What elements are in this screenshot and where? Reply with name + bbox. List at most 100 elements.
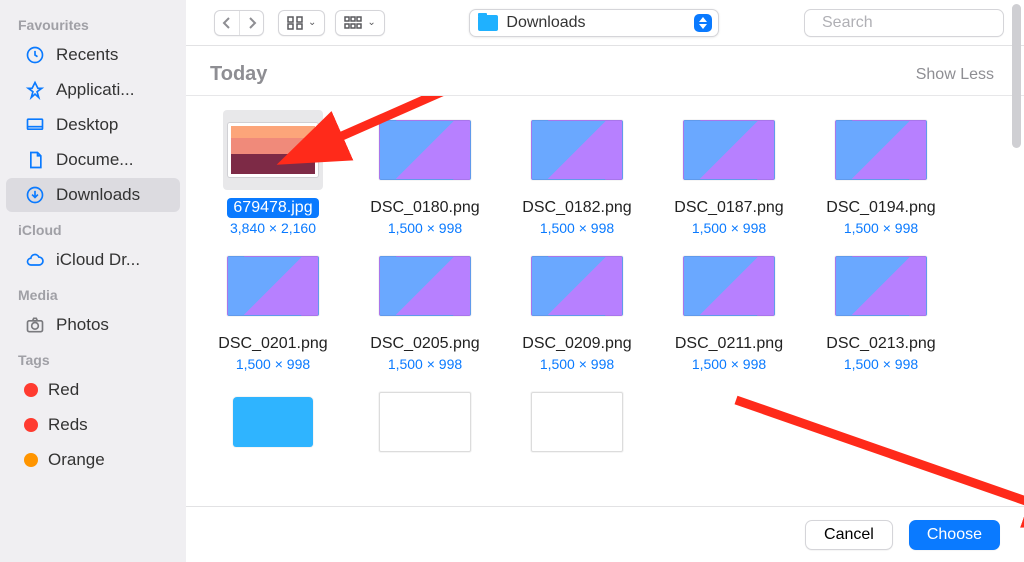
sidebar-section-label-icloud: iCloud <box>0 213 186 242</box>
sidebar-item-documents[interactable]: Docume... <box>6 143 180 177</box>
file-item[interactable] <box>358 382 492 472</box>
folder-icon <box>478 15 498 31</box>
file-dimensions-label: 1,500 × 998 <box>388 220 462 236</box>
file-item[interactable]: DSC_0211.png1,500 × 998 <box>662 246 796 372</box>
file-item[interactable]: DSC_0182.png 1,500 × 998 <box>510 110 644 236</box>
sidebar-item-desktop[interactable]: Desktop <box>6 108 180 142</box>
file-item[interactable]: DSC_0194.png 1,500 × 998 <box>814 110 948 236</box>
camera-icon <box>24 314 46 336</box>
file-item[interactable]: DSC_0201.png 1,500 × 998 <box>206 246 340 372</box>
file-dimensions-label: 1,500 × 998 <box>236 356 310 372</box>
clock-icon <box>24 44 46 66</box>
file-thumbnail[interactable] <box>223 246 323 326</box>
toolbar: ⌄ ⌄ Downloads <box>186 0 1024 46</box>
path-popup-button[interactable]: Downloads <box>469 9 719 37</box>
file-item[interactable]: DSC_0187.png1,500 × 998 <box>662 110 796 236</box>
group-title: Today <box>210 63 267 86</box>
file-dimensions-label: 1,500 × 998 <box>540 220 614 236</box>
chevron-down-icon: ⌄ <box>308 17 316 28</box>
file-thumbnail[interactable] <box>375 382 475 462</box>
file-name-label: DSC_0182.png <box>516 198 637 218</box>
path-label: Downloads <box>506 14 686 32</box>
file-thumbnail[interactable] <box>527 246 627 326</box>
file-thumbnail[interactable] <box>679 110 779 190</box>
file-thumbnail[interactable] <box>223 110 323 190</box>
file-thumbnail[interactable] <box>223 382 323 462</box>
file-thumbnail[interactable] <box>679 246 779 326</box>
sidebar-item-tag-red[interactable]: Red <box>6 373 180 407</box>
sidebar-item-tag-reds[interactable]: Reds <box>6 408 180 442</box>
file-item[interactable]: DSC_0209.png 1,500 × 998 <box>510 246 644 372</box>
file-thumbnail[interactable] <box>831 246 931 326</box>
group-mode-button[interactable]: ⌄ <box>335 10 384 36</box>
file-name-label: DSC_0194.png <box>820 198 941 218</box>
desktop-icon <box>24 114 46 136</box>
sidebar-item-label: Orange <box>48 450 105 470</box>
file-thumbnail[interactable] <box>527 110 627 190</box>
sidebar-item-label: Recents <box>56 45 118 65</box>
sidebar-item-label: Red <box>48 380 79 400</box>
search-input[interactable] <box>822 14 1024 32</box>
app-icon <box>24 79 46 101</box>
file-item[interactable] <box>206 382 340 472</box>
file-thumbnail[interactable] <box>527 382 627 462</box>
download-icon <box>24 184 46 206</box>
group-toggle-button[interactable]: Show Less <box>916 66 994 84</box>
sidebar-item-label: Photos <box>56 315 109 335</box>
sidebar-section-label-tags: Tags <box>0 343 186 372</box>
file-name-label: DSC_0180.png <box>364 198 485 218</box>
nav-back-forward <box>214 10 264 36</box>
file-name-label <box>267 470 279 472</box>
sidebar-item-photos[interactable]: Photos <box>6 308 180 342</box>
tag-red-icon <box>24 383 38 397</box>
main-panel: ⌄ ⌄ Downloads Today Show <box>186 0 1024 562</box>
file-name-label: 679478.jpg <box>227 198 318 218</box>
file-item[interactable]: DSC_0205.png 1,500 × 998 <box>358 246 492 372</box>
nav-back-button[interactable] <box>215 11 239 35</box>
sidebar-item-tag-orange[interactable]: Orange <box>6 443 180 477</box>
file-item[interactable]: 679478.jpg 3,840 × 2,160 <box>206 110 340 236</box>
footer: Cancel Choose <box>186 506 1024 562</box>
file-name-label <box>419 470 431 472</box>
view-mode-button[interactable]: ⌄ <box>278 10 325 36</box>
sidebar-item-applications[interactable]: Applicati... <box>6 73 180 107</box>
file-name-label <box>571 470 583 472</box>
file-area: 679478.jpg 3,840 × 2,160 DSC_0180.png 1,500… <box>186 96 1024 506</box>
sidebar-item-icloud-drive[interactable]: iCloud Dr... <box>6 243 180 277</box>
sidebar-item-label: Desktop <box>56 115 118 135</box>
choose-button[interactable]: Choose <box>909 520 1000 550</box>
file-thumbnail[interactable] <box>831 110 931 190</box>
file-item[interactable] <box>510 382 644 472</box>
file-dimensions-label: 1,500 × 998 <box>692 356 766 372</box>
nav-forward-button[interactable] <box>239 11 263 35</box>
file-dimensions-label: 1,500 × 998 <box>388 356 462 372</box>
file-thumbnail[interactable] <box>375 246 475 326</box>
chevron-down-icon: ⌄ <box>367 17 375 28</box>
group-header: Today Show Less <box>186 46 1024 96</box>
file-name-label: DSC_0201.png <box>212 334 333 354</box>
cancel-button[interactable]: Cancel <box>805 520 893 550</box>
tag-orange-icon <box>24 453 38 467</box>
sidebar-item-downloads[interactable]: Downloads <box>6 178 180 212</box>
search-field[interactable] <box>804 9 1004 37</box>
file-dimensions-label: 1,500 × 998 <box>540 356 614 372</box>
sidebar-item-recents[interactable]: Recents <box>6 38 180 72</box>
path-popup-container: Downloads <box>399 9 790 37</box>
file-dimensions-label: 1,500 × 998 <box>692 220 766 236</box>
file-item[interactable]: DSC_0180.png 1,500 × 998 <box>358 110 492 236</box>
file-chooser-window: Favourites Recents Applicati... Desktop … <box>0 0 1024 562</box>
cloud-icon <box>24 249 46 271</box>
file-dimensions-label: 3,840 × 2,160 <box>230 220 316 236</box>
tag-red-icon <box>24 418 38 432</box>
file-name-label: DSC_0205.png <box>364 334 485 354</box>
document-icon <box>24 149 46 171</box>
file-item[interactable]: DSC_0213.png1,500 × 998 <box>814 246 948 372</box>
file-dimensions-label: 1,500 × 998 <box>844 220 918 236</box>
file-thumbnail[interactable] <box>375 110 475 190</box>
updown-arrows-icon <box>694 14 712 32</box>
view-group-controls: ⌄ ⌄ <box>278 10 385 36</box>
sidebar-item-label: Docume... <box>56 150 133 170</box>
file-name-label: DSC_0209.png <box>516 334 637 354</box>
sidebar: Favourites Recents Applicati... Desktop … <box>0 0 186 562</box>
file-dimensions-label: 1,500 × 998 <box>844 356 918 372</box>
